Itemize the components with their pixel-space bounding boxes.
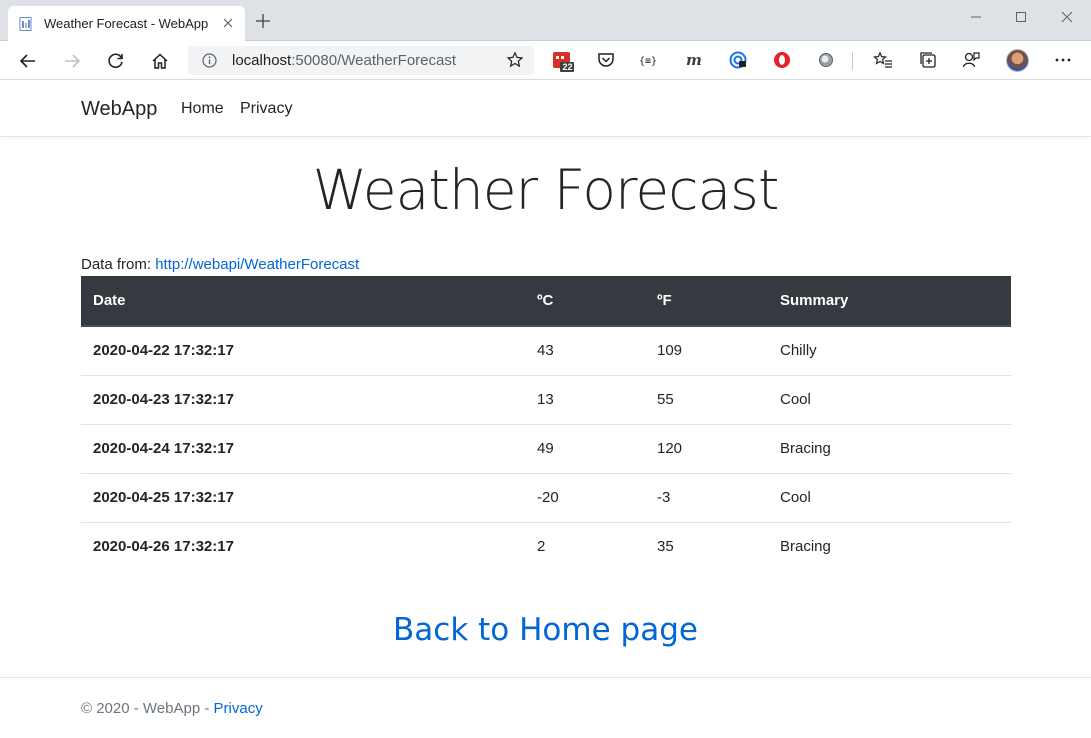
cell-celsius: 43 xyxy=(537,342,554,360)
cell-summary: Cool xyxy=(768,374,1011,424)
cell-summary: Bracing xyxy=(768,423,1011,473)
nav-link-privacy[interactable]: Privacy xyxy=(240,100,292,118)
header-summary: Summary xyxy=(768,276,1011,327)
navbar-brand[interactable]: WebApp xyxy=(81,98,157,121)
circle-extension-icon[interactable] xyxy=(815,49,837,71)
table-row: 2020-04-24 17:32:17 49 120 Bracing xyxy=(81,423,1011,473)
header-date: Date xyxy=(81,276,525,327)
more-menu-icon[interactable] xyxy=(1052,49,1074,71)
calendar-badge: 22 xyxy=(562,62,573,72)
cell-summary: Cool xyxy=(768,472,1011,522)
cell-summary: Chilly xyxy=(780,342,817,360)
json-extension-icon[interactable]: {≡} xyxy=(638,49,660,71)
feedback-icon[interactable] xyxy=(960,49,982,71)
toolbar-separator xyxy=(852,52,853,70)
favorites-icon[interactable] xyxy=(872,49,894,71)
cell-date: 2020-04-25 17:32:17 xyxy=(81,472,525,522)
cell-celsius: 2 xyxy=(525,521,645,571)
password-extension-icon[interactable] xyxy=(727,49,749,71)
new-tab-button[interactable] xyxy=(253,12,273,32)
page-title: Weather Forecast xyxy=(312,158,780,222)
footer-copyright: © 2020 - WebApp - xyxy=(81,700,214,717)
header-fahrenheit: ºF xyxy=(645,276,768,327)
opera-extension-icon[interactable] xyxy=(771,49,793,71)
back-button[interactable] xyxy=(14,47,42,75)
table-row: 2020-04-26 17:32:17 2 35 Bracing xyxy=(81,521,1011,571)
cell-summary: Bracing xyxy=(768,521,1011,571)
table-row: 2020-04-25 17:32:17 -20 -3 Cool xyxy=(81,472,1011,522)
refresh-button[interactable] xyxy=(102,47,130,75)
svg-text:m: m xyxy=(686,52,702,68)
close-tab-icon[interactable] xyxy=(219,14,237,32)
cell-fahrenheit: -3 xyxy=(645,472,768,522)
cell-fahrenheit: 120 xyxy=(645,423,768,473)
site-navbar: WebApp Home Privacy xyxy=(0,80,1091,137)
pocket-extension-icon[interactable] xyxy=(595,49,617,71)
footer-text: © 2020 - WebApp - Privacy xyxy=(81,700,263,717)
info-icon[interactable] xyxy=(202,53,217,68)
svg-text:{≡}: {≡} xyxy=(639,56,657,67)
minimize-button[interactable] xyxy=(956,6,996,28)
address-bar[interactable]: localhost:50080/WeatherForecast xyxy=(188,46,534,75)
browser-tab[interactable]: Weather Forecast - WebApp xyxy=(8,6,245,41)
refresh-icon xyxy=(108,53,123,69)
calendar-extension-icon[interactable]: 22 xyxy=(552,50,574,72)
footer-privacy-link[interactable]: Privacy xyxy=(214,700,263,717)
cell-fahrenheit: 109 xyxy=(657,342,683,360)
cell-fahrenheit: 35 xyxy=(645,521,768,571)
m-extension-icon[interactable]: m xyxy=(683,49,705,71)
arrow-left-icon xyxy=(19,54,35,68)
collections-icon[interactable] xyxy=(917,49,939,71)
profile-avatar[interactable] xyxy=(1006,49,1029,72)
data-source-link[interactable]: http://webapi/WeatherForecast xyxy=(155,256,359,273)
page-icon xyxy=(19,17,32,31)
data-source-line: Data from: http://webapi/WeatherForecast xyxy=(81,256,359,273)
cell-date: 2020-04-24 17:32:17 xyxy=(81,423,525,473)
url-text[interactable]: localhost:50080/WeatherForecast xyxy=(232,52,456,69)
star-icon[interactable] xyxy=(506,51,524,69)
close-window-button[interactable] xyxy=(1047,6,1087,28)
cell-date: 2020-04-22 17:32:17 xyxy=(93,342,234,360)
table-row: 2020-04-23 17:32:17 13 55 Cool xyxy=(81,374,1011,424)
table-header-row: Date ºC ºF Summary xyxy=(81,276,1011,327)
arrow-right-icon xyxy=(65,54,81,68)
home-button[interactable] xyxy=(146,47,174,75)
browser-tab-strip: Weather Forecast - WebApp xyxy=(0,0,1091,41)
cell-date: 2020-04-23 17:32:17 xyxy=(81,374,525,424)
back-to-home-link[interactable]: Back to Home page xyxy=(0,612,1091,648)
forward-button[interactable] xyxy=(58,47,86,75)
cell-fahrenheit: 55 xyxy=(645,374,768,424)
header-celsius: ºC xyxy=(525,276,645,327)
maximize-button[interactable] xyxy=(1001,6,1041,28)
cell-date: 2020-04-26 17:32:17 xyxy=(81,521,525,571)
home-icon xyxy=(152,53,168,69)
forecast-table: Date ºC ºF Summary 2020-04-22 17:32:17 4… xyxy=(81,276,1011,571)
table-row: 2020-04-22 17:32:17 43 109 Chilly xyxy=(81,326,1011,375)
nav-link-home[interactable]: Home xyxy=(181,100,224,118)
data-source-label: Data from: xyxy=(81,256,156,273)
tab-title: Weather Forecast - WebApp xyxy=(44,16,209,31)
cell-celsius: 49 xyxy=(525,423,645,473)
site-footer: © 2020 - WebApp - Privacy xyxy=(0,677,1091,738)
cell-celsius: -20 xyxy=(525,472,645,522)
browser-toolbar: localhost:50080/WeatherForecast 22 {≡} m xyxy=(0,41,1091,80)
cell-celsius: 13 xyxy=(525,374,645,424)
